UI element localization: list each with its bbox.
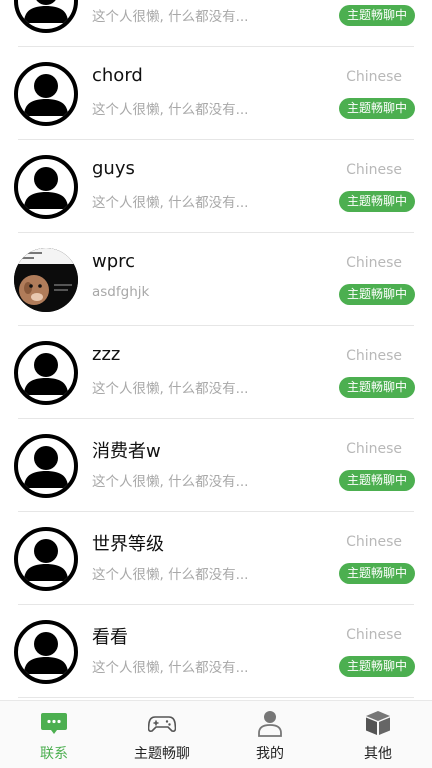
contact-status: 这个人很懒, 什么都没有... xyxy=(92,567,249,583)
bottom-tab-bar: 联系 主题畅聊 我的 其他 xyxy=(0,700,432,768)
default-avatar-icon xyxy=(14,527,78,591)
contact-status: 这个人很懒, 什么都没有... xyxy=(92,381,249,397)
default-avatar-icon xyxy=(14,62,78,126)
contact-row[interactable]: zzz 这个人很懒, 什么都没有... Chinese 主题畅聊中 xyxy=(0,326,432,419)
contact-name: 看看 xyxy=(92,627,128,648)
default-avatar-icon xyxy=(14,341,78,405)
contact-status: 这个人很懒, 什么都没有... xyxy=(92,102,249,118)
contact-name: 世界等级 xyxy=(92,534,164,555)
topic-chat-badge[interactable]: 主题畅聊中 xyxy=(338,98,415,119)
box-icon xyxy=(366,711,390,735)
topic-chat-badge[interactable]: 主题畅聊中 xyxy=(338,284,415,305)
contact-status: asdfghjk xyxy=(92,284,150,300)
tab-label: 主题畅聊 xyxy=(134,746,190,762)
contact-row[interactable]: 看看 这个人很懒, 什么都没有... Chinese 主题畅聊中 xyxy=(0,605,432,698)
default-avatar-icon xyxy=(14,620,78,684)
dog-photo-avatar xyxy=(14,248,78,312)
contact-language: Chinese xyxy=(346,255,402,271)
topic-chat-badge[interactable]: 主题畅聊中 xyxy=(338,656,415,677)
topic-chat-badge[interactable]: 主题畅聊中 xyxy=(338,5,415,26)
tab-label: 我的 xyxy=(256,746,284,762)
row-divider xyxy=(18,697,414,698)
contact-language: Chinese xyxy=(346,627,402,643)
contact-status: 这个人很懒, 什么都没有... xyxy=(92,660,249,676)
contact-status: 这个人很懒, 什么都没有... xyxy=(92,474,249,490)
contact-language: Chinese xyxy=(346,69,402,85)
contact-row[interactable]: chord 这个人很懒, 什么都没有... Chinese 主题畅聊中 xyxy=(0,47,432,140)
default-avatar-icon xyxy=(14,155,78,219)
contact-row[interactable]: wprc asdfghjk Chinese 主题畅聊中 xyxy=(0,233,432,326)
contact-name: 消费者w xyxy=(92,441,161,462)
tab-label: 其他 xyxy=(364,746,392,762)
tab-label: 联系 xyxy=(40,746,68,762)
topic-chat-badge[interactable]: 主题畅聊中 xyxy=(338,377,415,398)
gamepad-icon xyxy=(148,716,176,732)
contact-status: 这个人很懒, 什么都没有... xyxy=(92,195,249,211)
contact-name: chord xyxy=(92,65,143,86)
topic-chat-badge[interactable]: 主题畅聊中 xyxy=(338,191,415,212)
tab-contacts[interactable]: 联系 xyxy=(0,701,108,768)
tab-topic-chat[interactable]: 主题畅聊 xyxy=(108,701,216,768)
tab-mine[interactable]: 我的 xyxy=(216,701,324,768)
topic-chat-badge[interactable]: 主题畅聊中 xyxy=(338,470,415,491)
contact-row[interactable]: 世界等级 这个人很懒, 什么都没有... Chinese 主题畅聊中 xyxy=(0,512,432,605)
contact-language: Chinese xyxy=(346,534,402,550)
contact-language: Chinese xyxy=(346,441,402,457)
default-avatar-icon xyxy=(14,434,78,498)
topic-chat-badge[interactable]: 主题畅聊中 xyxy=(338,563,415,584)
chat-bubble-icon xyxy=(41,713,67,734)
contact-name: wprc xyxy=(92,251,136,272)
contact-list: 这个人很懒, 什么都没有... 主题畅聊中 chord 这个人很懒, 什么都没有… xyxy=(0,0,432,700)
contact-row[interactable]: guys 这个人很懒, 什么都没有... Chinese 主题畅聊中 xyxy=(0,140,432,233)
contact-language: Chinese xyxy=(346,348,402,364)
contact-name: zzz xyxy=(92,344,121,365)
contact-row[interactable]: 消费者w 这个人很懒, 什么都没有... Chinese 主题畅聊中 xyxy=(0,419,432,512)
default-avatar-icon xyxy=(14,0,78,33)
contact-language: Chinese xyxy=(346,162,402,178)
tab-other[interactable]: 其他 xyxy=(324,701,432,768)
contact-name: guys xyxy=(92,158,135,179)
person-icon xyxy=(258,711,282,737)
contact-row[interactable]: 这个人很懒, 什么都没有... 主题畅聊中 xyxy=(0,0,432,47)
contact-status: 这个人很懒, 什么都没有... xyxy=(92,9,249,25)
